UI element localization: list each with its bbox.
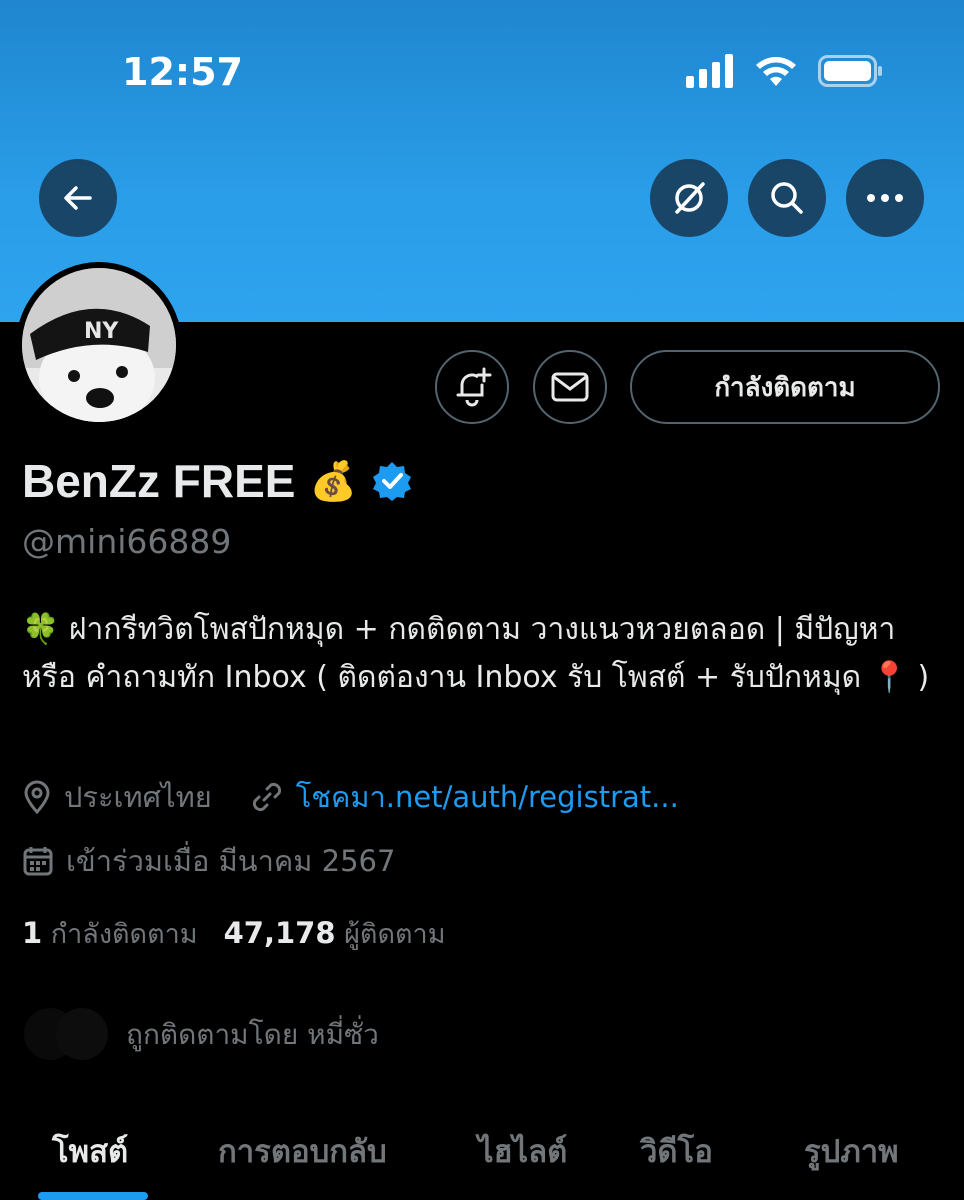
profile-tabs: โพสต์ การตอบกลับ ไฮไลต์ วิดีโอ รูปภาพ bbox=[0, 1120, 964, 1200]
grok-button[interactable] bbox=[650, 159, 728, 237]
followers-count: 47,178 bbox=[223, 916, 336, 950]
display-name-row: BenZz FREE 💰 bbox=[22, 454, 413, 508]
followers-count-link[interactable]: 47,178 ผู้ติดตาม bbox=[224, 912, 446, 955]
tab-videos[interactable]: วิดีโอ bbox=[640, 1126, 713, 1176]
notifications-button[interactable] bbox=[435, 350, 509, 424]
location-text: ประเทศไทย bbox=[64, 780, 212, 814]
following-count: 1 bbox=[22, 916, 43, 950]
location-row: ประเทศไทย โชคมา.net/auth/registrat... bbox=[22, 774, 679, 820]
follow-counts: 1 กำลังติดตาม 47,178 ผู้ติดตาม bbox=[22, 912, 446, 955]
joined-row: เข้าร่วมเมื่อ มีนาคม 2567 bbox=[22, 838, 395, 884]
status-icons bbox=[686, 54, 884, 88]
bio: 🍀 ฝากรีทวิตโพสปักหมุด + กดติดตาม วางแนวห… bbox=[22, 612, 930, 695]
verified-badge-icon[interactable] bbox=[371, 460, 413, 502]
avatar-image: NY bbox=[22, 268, 176, 422]
handle: @mini66889 bbox=[22, 522, 232, 561]
back-arrow-icon bbox=[64, 186, 92, 210]
signal-icon bbox=[686, 54, 733, 88]
link-icon bbox=[252, 782, 281, 812]
calendar-icon bbox=[23, 847, 53, 876]
followed-by-avatars bbox=[22, 1004, 112, 1064]
status-time: 12:57 bbox=[122, 50, 243, 94]
more-icon bbox=[867, 194, 903, 202]
battery-icon bbox=[818, 55, 882, 87]
following-label: กำลังติดตาม bbox=[50, 919, 198, 950]
followers-label: ผู้ติดตาม bbox=[344, 919, 446, 950]
notification-add-icon bbox=[456, 367, 492, 407]
following-button[interactable]: กำลังติดตาม bbox=[630, 350, 940, 424]
search-button[interactable] bbox=[748, 159, 826, 237]
following-count-link[interactable]: 1 กำลังติดตาม bbox=[22, 912, 198, 955]
mail-icon bbox=[551, 372, 589, 402]
tab-highlights[interactable]: ไฮไลต์ bbox=[478, 1126, 567, 1176]
followed-by-text[interactable]: ถูกติดตามโดย หมี่ซั่ว bbox=[126, 1013, 379, 1057]
wifi-icon bbox=[756, 57, 796, 86]
tab-posts[interactable]: โพสต์ bbox=[52, 1126, 128, 1176]
back-button[interactable] bbox=[39, 159, 117, 237]
website-link[interactable]: โชคมา.net/auth/registrat... bbox=[296, 774, 679, 820]
svg-text:NY: NY bbox=[84, 319, 119, 344]
avatar[interactable]: NY bbox=[16, 262, 182, 428]
money-bag-emoji: 💰 bbox=[309, 458, 357, 503]
tab-replies[interactable]: การตอบกลับ bbox=[218, 1126, 387, 1176]
message-button[interactable] bbox=[533, 350, 607, 424]
joined-text: เข้าร่วมเมื่อ มีนาคม 2567 bbox=[66, 844, 396, 878]
active-tab-indicator bbox=[38, 1192, 148, 1200]
search-icon bbox=[771, 182, 803, 214]
display-name: BenZz FREE bbox=[22, 455, 296, 507]
grok-icon bbox=[675, 182, 705, 214]
tab-media[interactable]: รูปภาพ bbox=[804, 1126, 899, 1176]
profile-banner bbox=[0, 0, 964, 322]
location-icon bbox=[24, 780, 50, 814]
more-button[interactable] bbox=[846, 159, 924, 237]
